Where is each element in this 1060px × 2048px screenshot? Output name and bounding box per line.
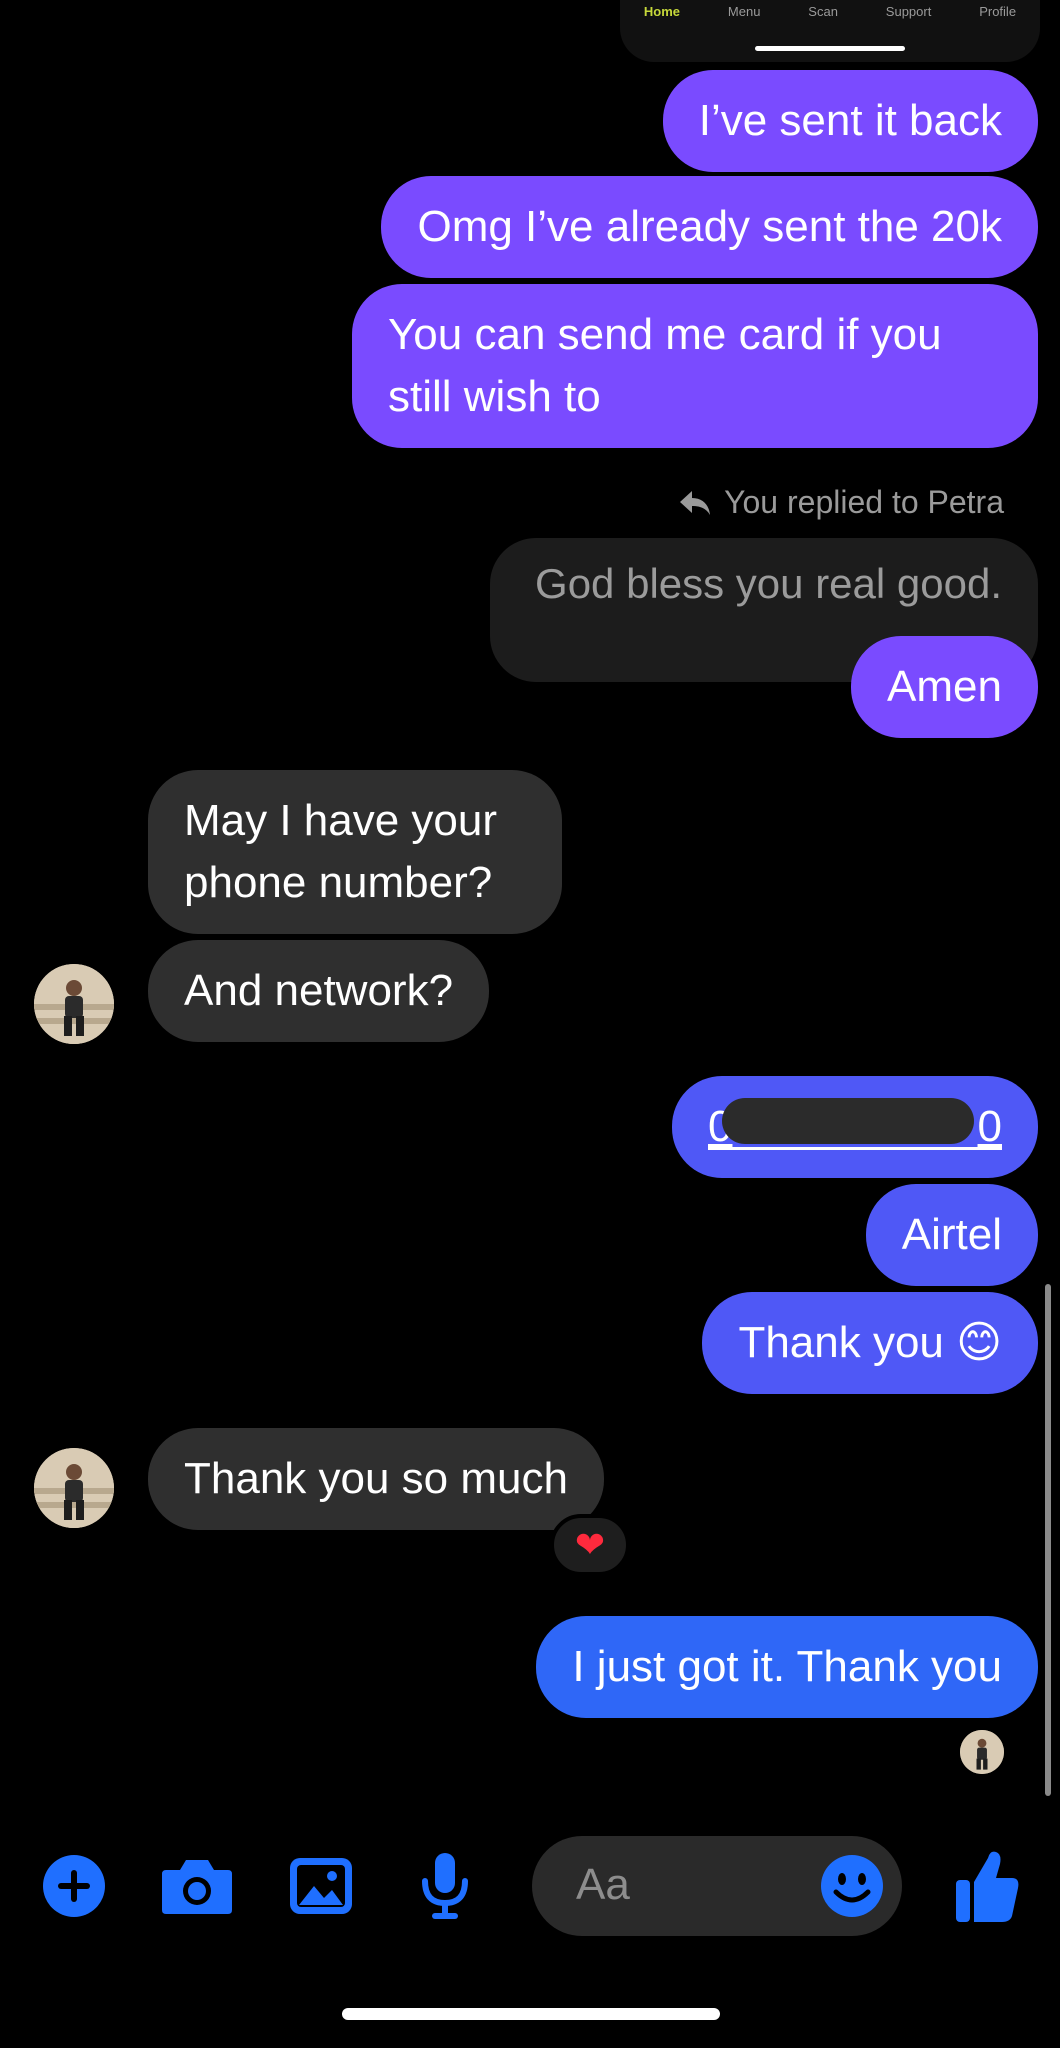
read-receipt-avatar [960,1730,1004,1774]
message-incoming[interactable]: And network? [148,940,490,1042]
message-outgoing[interactable]: Thank you 😊 [702,1292,1038,1394]
add-button[interactable] [42,1854,106,1918]
screenshot-tab-profile: Profile [979,4,1017,19]
message-outgoing[interactable]: Omg I’ve already sent the 20k [381,176,1038,278]
message-outgoing[interactable]: You can send me card if you still wish t… [352,284,1038,448]
read-receipt-photo-icon [960,1730,1004,1774]
microphone-icon [422,1853,468,1919]
message-incoming[interactable]: May I have your phone number? [148,770,562,934]
message-outgoing[interactable]: I just got it. Thank you [536,1616,1038,1718]
plus-circle-icon [43,1855,105,1917]
message-input-placeholder: Aa [576,1860,630,1909]
screenshot-tab-support: Support [885,4,932,19]
link-underline [708,1147,1002,1150]
screenshot-tab-bar: Home Menu Scan Support Profile [620,4,1040,19]
camera-button[interactable] [160,1854,234,1918]
message-outgoing[interactable]: Airtel [865,1184,1038,1286]
emoji-button[interactable] [820,1854,884,1918]
avatar-photo-icon [34,1448,114,1528]
camera-icon [162,1860,232,1914]
messenger-chat-screen: Home Menu Scan Support Profile I’ve sent… [0,0,1060,2048]
reply-arrow-icon [680,490,711,515]
home-indicator [342,2008,720,2020]
heart-reaction[interactable]: ❤ [550,1514,630,1576]
contact-avatar[interactable] [34,1448,114,1528]
image-icon [290,1858,352,1914]
voice-button[interactable] [418,1850,472,1922]
shared-screenshot-fragment[interactable]: Home Menu Scan Support Profile [620,0,1040,62]
message-outgoing[interactable]: I’ve sent it back [662,70,1038,172]
message-incoming[interactable]: Thank you so much [148,1428,604,1530]
message-input[interactable]: Aa [532,1836,902,1936]
gallery-button[interactable] [288,1854,354,1918]
message-composer: Aa [0,1836,1060,1936]
like-button[interactable] [952,1846,1022,1926]
smiley-icon [821,1855,883,1917]
message-outgoing[interactable]: Amen [851,636,1038,738]
contact-avatar[interactable] [34,964,114,1044]
reply-context-label: You replied to Petra [724,484,1004,520]
scrollbar[interactable] [1045,1284,1051,1796]
reply-context: You replied to Petra [678,484,1004,521]
screenshot-tab-home: Home [643,4,681,19]
screenshot-tab-menu: Menu [727,4,761,19]
avatar-photo-icon [34,964,114,1044]
screenshot-home-indicator [755,46,905,51]
screenshot-tab-scan: Scan [808,4,838,19]
redaction-overlay [722,1098,974,1144]
thumbs-up-icon [956,1851,1019,1922]
